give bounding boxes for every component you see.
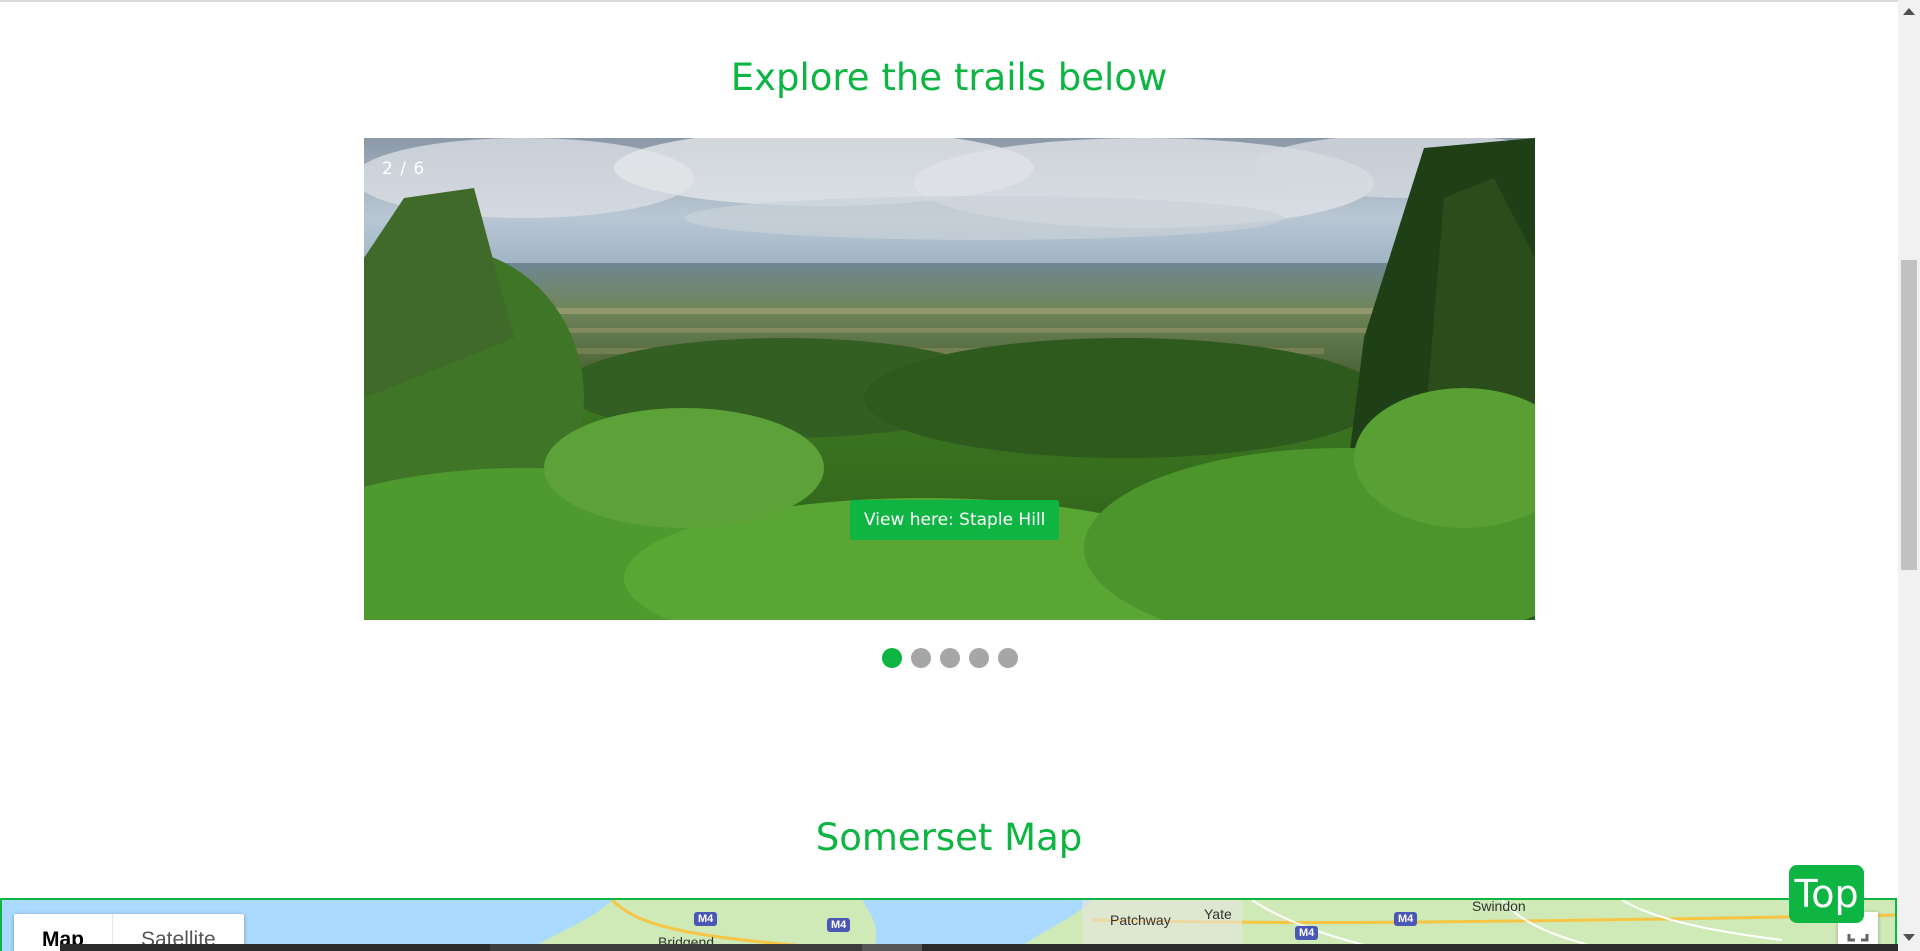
road-shield: M4 — [1394, 912, 1418, 926]
slide-dot-2[interactable] — [911, 648, 931, 668]
page-top-divider — [0, 0, 1898, 2]
map-bottom-bar — [60, 944, 1898, 951]
slide-dot-1[interactable] — [882, 648, 902, 668]
slide-image-staple-hill — [364, 138, 1535, 620]
trails-section-title: Explore the trails below — [730, 56, 1168, 99]
map-section-title: Somerset Map — [815, 816, 1083, 859]
map-place-label: Swindon — [1472, 898, 1526, 914]
road-shield: M4 — [1295, 926, 1319, 940]
scroll-up-arrow-icon[interactable] — [1903, 8, 1915, 15]
slide-dot-4[interactable] — [969, 648, 989, 668]
map-place-label: Yate — [1204, 906, 1232, 922]
view-trail-button[interactable]: View here: Staple Hill — [850, 500, 1060, 540]
slide-dot-3[interactable] — [940, 648, 960, 668]
trail-slideshow[interactable]: 2 / 6 View here: Staple Hill — [364, 138, 1535, 620]
map-place-label: Patchway — [1110, 912, 1171, 928]
back-to-top-button[interactable]: Top — [1789, 865, 1864, 923]
scrollbar-thumb[interactable] — [1901, 260, 1917, 570]
slide-dot-5[interactable] — [998, 648, 1018, 668]
road-shield: M4 — [694, 912, 718, 926]
slideshow-dots — [882, 648, 1018, 668]
slide-counter: 2 / 6 — [382, 159, 426, 179]
page-scrollbar[interactable] — [1898, 0, 1920, 951]
scroll-down-arrow-icon[interactable] — [1903, 934, 1915, 941]
road-shield: M4 — [827, 918, 851, 932]
